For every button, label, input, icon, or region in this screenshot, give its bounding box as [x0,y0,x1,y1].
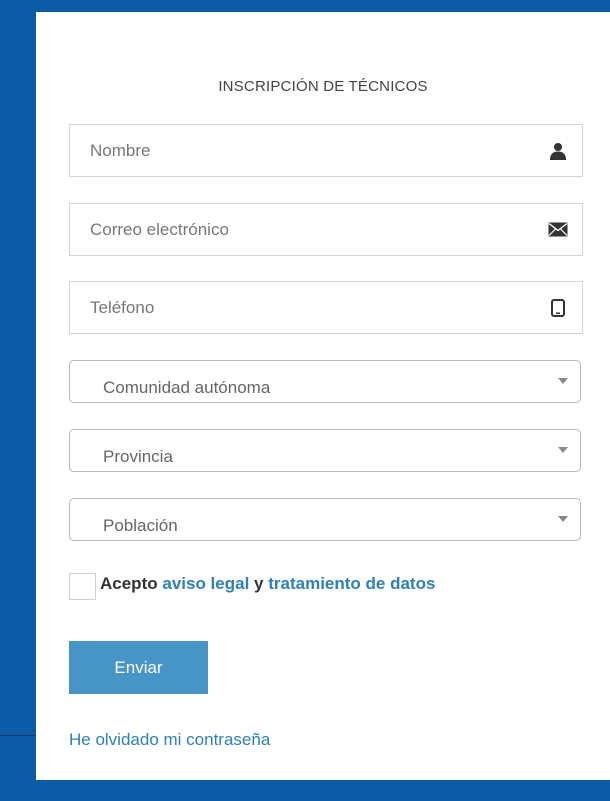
town-select-value: Población [103,516,178,535]
user-icon [548,141,568,161]
submit-button[interactable]: Enviar [69,641,208,694]
name-field [69,124,583,177]
region-select-value: Comunidad autónoma [103,378,271,397]
consent-prefix: Acepto [100,574,158,593]
email-field [69,203,583,256]
region-select[interactable]: Comunidad autónoma [69,360,581,403]
chevron-down-icon [558,516,568,522]
consent-conjunction: y [254,574,264,593]
forgot-password-link[interactable]: He olvidado mi contraseña [69,730,270,750]
name-input[interactable] [70,125,582,176]
phone-field [69,281,583,334]
registration-panel: INSCRIPCIÓN DE TÉCNICOS Nombre Correo el… [36,12,610,780]
consent-text: Acepto aviso legal y tratamiento de dato… [100,574,435,594]
data-processing-link[interactable]: tratamiento de datos [268,574,435,593]
mobile-phone-icon [548,298,568,318]
province-select[interactable]: Provincia [69,429,581,472]
chevron-down-icon [558,378,568,384]
email-input[interactable] [70,204,582,255]
town-select[interactable]: Población [69,498,581,541]
chevron-down-icon [558,447,568,453]
phone-input[interactable] [70,282,582,333]
envelope-icon [548,220,568,240]
consent-checkbox[interactable] [69,573,96,600]
legal-notice-link[interactable]: aviso legal [162,574,249,593]
form-title: INSCRIPCIÓN DE TÉCNICOS [218,78,428,95]
province-select-value: Provincia [103,447,173,466]
